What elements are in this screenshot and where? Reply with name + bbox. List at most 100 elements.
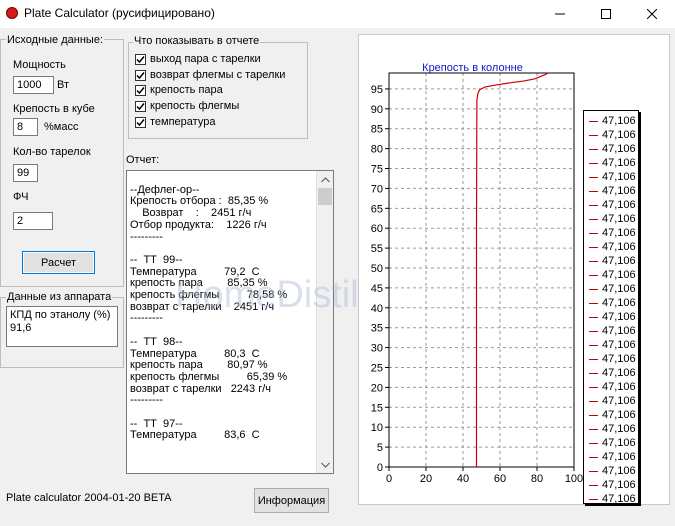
x-tick-label: 60 bbox=[494, 473, 506, 485]
legend-item: 47,106 bbox=[584, 338, 638, 352]
option-temperature[interactable]: температура bbox=[135, 115, 215, 129]
x-tick-label: 40 bbox=[457, 473, 469, 485]
legend-line-icon bbox=[589, 372, 598, 374]
legend-line-icon bbox=[589, 428, 598, 430]
legend-item: 47,106 bbox=[584, 422, 638, 436]
scroll-up-arrow[interactable] bbox=[317, 171, 333, 188]
legend-line-icon bbox=[589, 330, 598, 332]
legend-item: 47,106 bbox=[584, 296, 638, 310]
legend-item: 47,106 bbox=[584, 114, 638, 128]
report-scrollbar[interactable] bbox=[316, 171, 333, 473]
y-tick-label: 10 bbox=[371, 422, 383, 434]
fch-input[interactable]: 2 bbox=[13, 212, 53, 230]
legend-item: 47,106 bbox=[584, 142, 638, 156]
chevron-down-icon bbox=[320, 462, 330, 468]
legend-line-icon bbox=[589, 288, 598, 290]
minimize-icon bbox=[555, 13, 565, 15]
plates-input[interactable]: 99 bbox=[13, 164, 38, 182]
legend-item: 47,106 bbox=[584, 282, 638, 296]
legend-label: 47,106 bbox=[602, 227, 636, 239]
option-vapor-strength[interactable]: крепость пара bbox=[135, 83, 223, 97]
option-label: крепость флегмы bbox=[150, 100, 240, 112]
legend-line-icon bbox=[589, 414, 598, 416]
legend-label: 47,106 bbox=[602, 479, 636, 491]
legend-label: 47,106 bbox=[602, 451, 636, 463]
legend-line-icon bbox=[589, 358, 598, 360]
info-button[interactable]: Информация bbox=[254, 488, 329, 513]
checkbox[interactable] bbox=[135, 69, 146, 81]
legend-label: 47,106 bbox=[602, 409, 636, 421]
legend-label: 47,106 bbox=[602, 255, 636, 267]
scroll-thumb[interactable] bbox=[318, 188, 332, 205]
y-tick-label: 95 bbox=[371, 84, 383, 96]
scroll-down-arrow[interactable] bbox=[317, 456, 333, 473]
strength-input[interactable]: 8 bbox=[13, 118, 38, 136]
y-tick-label: 25 bbox=[371, 363, 383, 375]
legend-label: 47,106 bbox=[602, 143, 636, 155]
y-tick-label: 50 bbox=[371, 263, 383, 275]
legend-line-icon bbox=[589, 148, 598, 150]
legend-item: 47,106 bbox=[584, 408, 638, 422]
legend-label: 47,106 bbox=[602, 353, 636, 365]
power-input[interactable]: 1000 bbox=[13, 76, 54, 94]
chevron-up-icon bbox=[320, 176, 330, 182]
legend-item: 47,106 bbox=[584, 478, 638, 492]
legend-line-icon bbox=[589, 274, 598, 276]
y-tick-label: 65 bbox=[371, 203, 383, 215]
y-tick-label: 60 bbox=[371, 223, 383, 235]
legend-line-icon bbox=[589, 316, 598, 318]
apparatus-group-title: Данные из аппарата bbox=[6, 291, 113, 303]
plates-label: Кол-во тарелок bbox=[13, 146, 91, 158]
legend-label: 47,106 bbox=[602, 213, 636, 225]
legend-line-icon bbox=[589, 120, 598, 122]
x-tick-label: 80 bbox=[531, 473, 543, 485]
y-tick-label: 20 bbox=[371, 382, 383, 394]
legend-item: 47,106 bbox=[584, 394, 638, 408]
y-tick-label: 70 bbox=[371, 183, 383, 195]
efficiency-memo[interactable]: КПД по этанолу (%) 91,6 bbox=[6, 306, 118, 347]
maximize-button[interactable] bbox=[583, 0, 629, 28]
legend-item: 47,106 bbox=[584, 464, 638, 478]
efficiency-text: КПД по этанолу (%) 91,6 bbox=[10, 309, 111, 334]
option-reflux-return[interactable]: возврат флегмы с тарелки bbox=[135, 68, 285, 82]
checkbox[interactable] bbox=[135, 100, 146, 112]
report-memo[interactable]: --Дефлег-ор-- Крепость отбора : 85,35 % … bbox=[126, 170, 334, 474]
checkbox[interactable] bbox=[135, 53, 146, 65]
legend-label: 47,106 bbox=[602, 269, 636, 281]
minimize-button[interactable] bbox=[537, 0, 583, 28]
legend-line-icon bbox=[589, 190, 598, 192]
legend-line-icon bbox=[589, 260, 598, 262]
legend-item: 47,106 bbox=[584, 310, 638, 324]
y-tick-label: 40 bbox=[371, 303, 383, 315]
legend-label: 47,106 bbox=[602, 171, 636, 183]
option-vapor-output[interactable]: выход пара с тарелки bbox=[135, 52, 261, 66]
checkbox[interactable] bbox=[135, 116, 146, 128]
calculate-button[interactable]: Расчет bbox=[22, 251, 95, 274]
option-reflux-strength[interactable]: крепость флегмы bbox=[135, 99, 239, 113]
close-button[interactable] bbox=[629, 0, 675, 28]
y-tick-label: 75 bbox=[371, 164, 383, 176]
legend-line-icon bbox=[589, 442, 598, 444]
legend-line-icon bbox=[589, 498, 598, 500]
version-label: Plate calculator 2004-01-20 BETA bbox=[6, 492, 172, 504]
legend-item: 47,106 bbox=[584, 436, 638, 450]
legend-item: 47,106 bbox=[584, 226, 638, 240]
checkmark-icon bbox=[136, 102, 145, 110]
y-tick-label: 30 bbox=[371, 343, 383, 355]
legend-label: 47,106 bbox=[602, 311, 636, 323]
checkmark-icon bbox=[136, 55, 145, 63]
legend-label: 47,106 bbox=[602, 465, 636, 477]
legend-label: 47,106 bbox=[602, 339, 636, 351]
app-icon bbox=[6, 7, 18, 19]
fch-label: ФЧ bbox=[13, 191, 29, 203]
option-label: выход пара с тарелки bbox=[150, 53, 261, 65]
legend-item: 47,106 bbox=[584, 240, 638, 254]
legend-line-icon bbox=[589, 400, 598, 402]
y-tick-label: 15 bbox=[371, 402, 383, 414]
y-tick-label: 45 bbox=[371, 283, 383, 295]
legend-label: 47,106 bbox=[602, 199, 636, 211]
checkbox[interactable] bbox=[135, 84, 146, 96]
strength-unit: %масс bbox=[44, 121, 79, 133]
legend-line-icon bbox=[589, 134, 598, 136]
legend-item: 47,106 bbox=[584, 212, 638, 226]
